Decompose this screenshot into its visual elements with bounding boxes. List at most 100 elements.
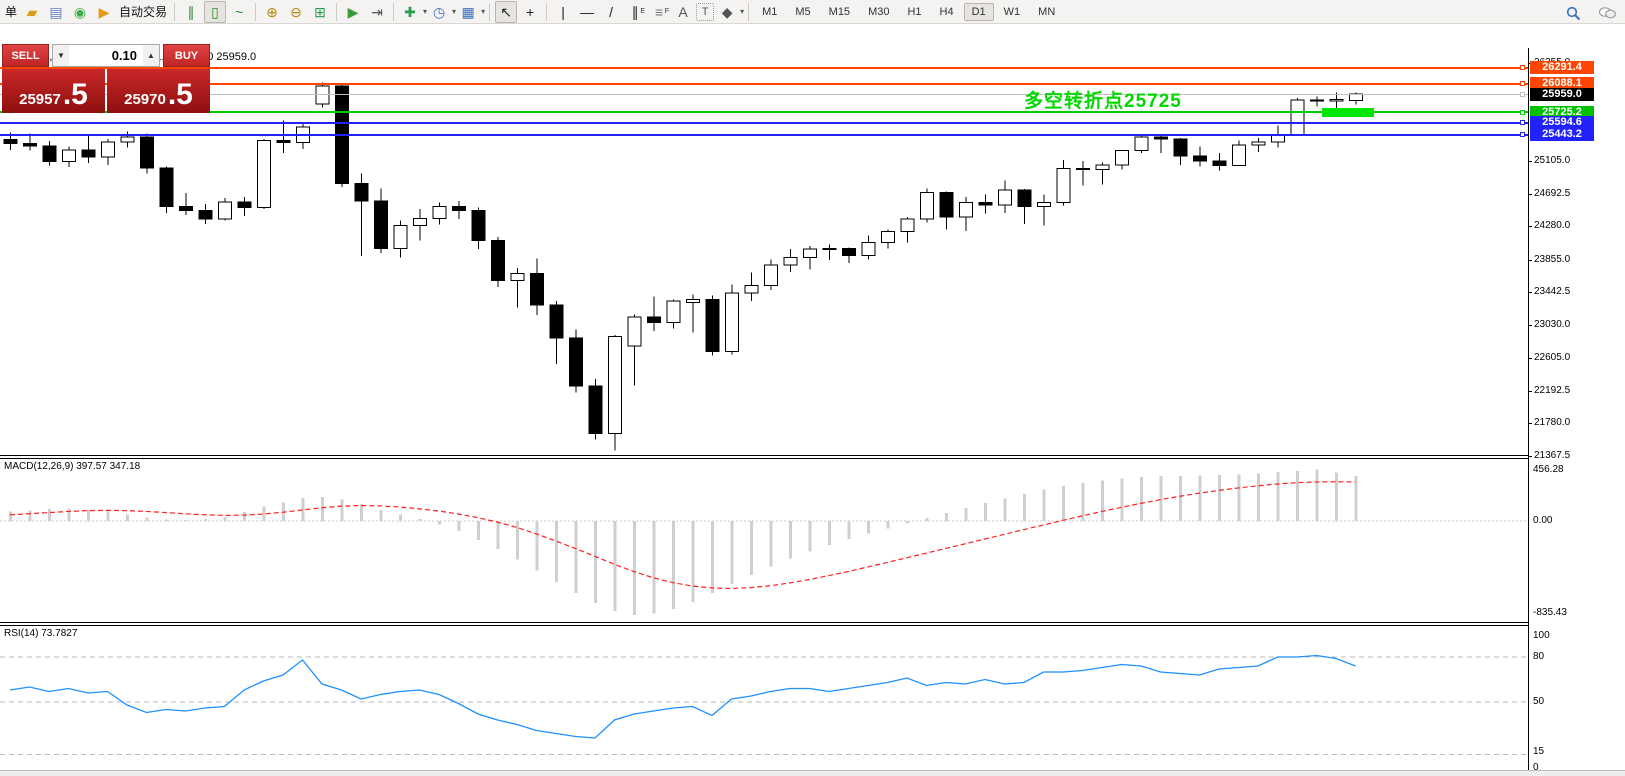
candle xyxy=(238,197,251,216)
chart-area[interactable]: ▲ DJ30-,Daily 25875.0 25981.0 25823.0 25… xyxy=(0,24,1625,776)
zoom-in-icon[interactable]: ⊕ xyxy=(261,1,283,23)
zoom-out-icon[interactable]: ⊖ xyxy=(285,1,307,23)
candle xyxy=(804,246,817,270)
price-line-25725.2[interactable] xyxy=(0,111,1528,113)
toolbar-separator xyxy=(489,3,490,21)
line-chart-icon[interactable]: ~ xyxy=(228,1,250,23)
price-axis-tick-label: 23855.0 xyxy=(1534,254,1570,265)
new-order-icon[interactable]: ▰ xyxy=(21,1,43,23)
timeframe-m5-button[interactable]: M5 xyxy=(787,3,818,21)
candle xyxy=(1077,161,1090,185)
buy-button[interactable]: BUY xyxy=(163,44,210,67)
candle xyxy=(765,259,778,290)
candle xyxy=(1194,147,1207,167)
timeframe-m30-button[interactable]: M30 xyxy=(860,3,897,21)
candle xyxy=(901,217,914,243)
timeframe-m15-button[interactable]: M15 xyxy=(821,3,858,21)
buy-price[interactable]: 25970 .5 xyxy=(107,69,210,113)
price-line-26291.4[interactable] xyxy=(0,67,1528,69)
horizontal-line-icon[interactable]: — xyxy=(576,1,598,23)
timeframe-w1-button[interactable]: W1 xyxy=(996,3,1029,21)
candle xyxy=(589,379,602,440)
candle xyxy=(843,247,856,263)
volume-decrease-button[interactable]: ▼ xyxy=(53,45,69,66)
candlestick-chart-icon[interactable]: ▯ xyxy=(204,1,226,23)
timeframe-m1-button[interactable]: M1 xyxy=(754,3,785,21)
candle xyxy=(1252,138,1265,152)
price-line-25443.2[interactable] xyxy=(0,134,1528,136)
price-line-25594.6[interactable] xyxy=(0,122,1528,124)
price-badge[interactable]: 25443.2 xyxy=(1530,128,1594,141)
autoscroll-icon[interactable]: ▶ xyxy=(342,1,364,23)
candle xyxy=(1213,153,1226,170)
candle xyxy=(726,284,739,354)
candle xyxy=(180,193,193,215)
signals-icon[interactable]: ◉ xyxy=(69,1,91,23)
charts-window-icon[interactable]: ▤ xyxy=(45,1,67,23)
chat-icon[interactable] xyxy=(1596,2,1618,24)
candle xyxy=(882,229,895,248)
tile-windows-icon[interactable]: ⊞ xyxy=(309,1,331,23)
rsi-label: RSI(14) 73.7827 xyxy=(4,628,77,639)
candlestick-pane[interactable] xyxy=(0,48,1528,457)
sell-price-pip: .5 xyxy=(63,80,88,110)
price-axis-tick-label: 21367.5 xyxy=(1534,450,1570,461)
chart-shift-icon[interactable]: ⇥ xyxy=(366,1,388,23)
sell-button[interactable]: SELL xyxy=(2,44,49,67)
price-line-anchor xyxy=(1520,81,1525,86)
crosshair-icon[interactable]: + xyxy=(519,1,541,23)
price-axis-line[interactable] xyxy=(1528,48,1529,776)
candle xyxy=(355,173,368,256)
candle xyxy=(160,166,173,212)
trendline-icon[interactable]: / xyxy=(600,1,622,23)
autotrading-label[interactable]: 自动交易 xyxy=(119,3,167,20)
text-label-icon[interactable]: T xyxy=(696,3,714,21)
channel-icon[interactable]: ∥E xyxy=(624,1,646,23)
indicators-icon[interactable]: ✚ xyxy=(399,1,421,23)
periods-icon[interactable]: ◷ xyxy=(428,1,450,23)
candle xyxy=(862,236,875,260)
candle xyxy=(1135,135,1148,153)
templates-icon-dropdown[interactable]: ▾ xyxy=(481,7,485,16)
volume-increase-button[interactable]: ▲ xyxy=(143,45,159,66)
candle xyxy=(1272,125,1285,147)
annotation-highlight-box[interactable] xyxy=(1322,108,1374,117)
templates-icon[interactable]: ▦ xyxy=(457,1,479,23)
periods-icon-dropdown[interactable]: ▾ xyxy=(452,7,456,16)
candle xyxy=(960,197,973,231)
search-icon[interactable] xyxy=(1562,2,1584,24)
shapes-icon[interactable]: ◆ xyxy=(716,1,738,23)
candle xyxy=(394,221,407,258)
timeframe-h1-button[interactable]: H1 xyxy=(899,3,929,21)
cursor-icon[interactable]: ↖ xyxy=(495,1,517,23)
price-line-25959.0[interactable] xyxy=(0,94,1528,95)
shapes-icon-dropdown[interactable]: ▾ xyxy=(740,7,744,16)
candle xyxy=(1155,135,1168,153)
candle xyxy=(687,295,700,333)
annotation-text[interactable]: 多空转折点25725 xyxy=(1024,86,1182,113)
vertical-line-icon[interactable]: | xyxy=(552,1,574,23)
candle xyxy=(102,139,115,165)
timeframe-h4-button[interactable]: H4 xyxy=(932,3,962,21)
macd-pane[interactable] xyxy=(0,460,1528,623)
candle xyxy=(472,207,485,249)
candle xyxy=(784,249,797,272)
candle xyxy=(43,141,56,165)
text-icon[interactable]: A xyxy=(672,1,694,23)
price-badge[interactable]: 26291.4 xyxy=(1530,61,1594,74)
autotrading-icon[interactable]: ▶ xyxy=(93,1,115,23)
rsi-scale-label: 0 xyxy=(1533,762,1539,773)
sell-price[interactable]: 25957 .5 xyxy=(2,69,105,113)
toolbar-separator xyxy=(393,3,394,21)
price-badge[interactable]: 25959.0 xyxy=(1530,88,1594,101)
indicators-icon-dropdown[interactable]: ▾ xyxy=(423,7,427,16)
timeframe-mn-button[interactable]: MN xyxy=(1030,3,1063,21)
candle xyxy=(1291,98,1304,135)
rsi-pane[interactable] xyxy=(0,627,1528,776)
fibonacci-icon[interactable]: ≡F xyxy=(648,1,670,23)
timeframe-d1-button[interactable]: D1 xyxy=(964,3,994,21)
candle xyxy=(375,188,388,253)
volume-value[interactable]: 0.10 xyxy=(69,45,143,66)
price-line-26088.1[interactable] xyxy=(0,83,1528,85)
bar-chart-icon[interactable]: ∥ xyxy=(180,1,202,23)
